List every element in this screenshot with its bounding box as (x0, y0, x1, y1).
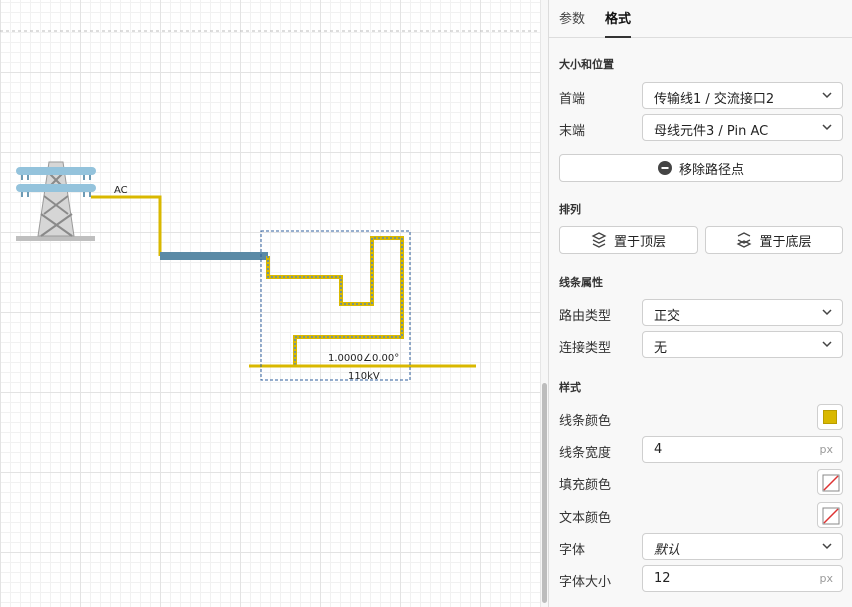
line-color-swatch (823, 410, 837, 424)
text-color-button[interactable] (817, 502, 843, 528)
connect-type-label: 连接类型 (559, 341, 612, 356)
line-width-input[interactable]: 4 px (642, 436, 843, 463)
tail-select[interactable]: 母线元件3 / Pin AC (642, 114, 843, 141)
transmission-tower-icon[interactable] (16, 161, 96, 241)
font-select[interactable]: 默认 (642, 533, 843, 560)
section-style: 样式 (559, 381, 581, 394)
scrollbar-thumb[interactable] (542, 383, 547, 603)
connect-type-value: 无 (654, 341, 668, 356)
send-to-back-icon (736, 232, 752, 248)
route-type-value: 正交 (654, 309, 681, 324)
format-panel: 参数 格式 大小和位置 首端 传输线1 / 交流接口2 末端 母线元件3 / P… (548, 0, 852, 607)
section-arrange: 排列 (559, 203, 581, 216)
remove-waypoints-label: 移除路径点 (678, 162, 744, 178)
panel-tabs: 参数 格式 (549, 0, 852, 38)
line-width-label: 线条宽度 (559, 446, 612, 461)
tail-label: 末端 (559, 124, 586, 139)
head-label: 首端 (559, 92, 586, 107)
transmission-line[interactable] (160, 252, 268, 260)
chevron-down-icon (822, 124, 832, 131)
bring-to-front-icon (591, 232, 607, 248)
chevron-down-icon (822, 341, 832, 348)
fill-color-label: 填充颜色 (559, 478, 612, 493)
fill-color-button[interactable] (817, 469, 843, 495)
tower-wire[interactable] (91, 195, 162, 256)
send-to-back-label: 置于底层 (759, 234, 812, 250)
diagram-svg[interactable]: AC 1.0000∠0.00° 110kV (0, 0, 540, 607)
remove-waypoints-button[interactable]: 移除路径点 (559, 154, 843, 182)
tail-select-value: 母线元件3 / Pin AC (654, 124, 769, 139)
route-type-select[interactable]: 正交 (642, 299, 843, 326)
font-label: 字体 (559, 543, 586, 558)
head-select[interactable]: 传输线1 / 交流接口2 (642, 82, 843, 109)
line-color-label: 线条颜色 (559, 414, 612, 429)
font-size-unit: px (819, 572, 834, 585)
tab-params[interactable]: 参数 (559, 0, 585, 38)
font-size-input[interactable]: 12 px (642, 565, 843, 592)
bring-to-front-label: 置于顶层 (613, 234, 666, 250)
font-size-value: 12 (654, 571, 671, 586)
send-to-back-button[interactable]: 置于底层 (705, 226, 843, 254)
head-select-value: 传输线1 / 交流接口2 (654, 92, 775, 107)
minus-circle-icon (657, 161, 672, 175)
canvas-scrollbar[interactable] (540, 0, 548, 607)
no-color-icon (822, 507, 840, 525)
tab-format[interactable]: 格式 (605, 0, 632, 38)
no-color-icon (822, 474, 840, 492)
chevron-down-icon (822, 92, 832, 99)
line-width-unit: px (819, 443, 834, 456)
port-label: AC (114, 185, 128, 196)
route-type-label: 路由类型 (559, 309, 612, 324)
font-select-value: 默认 (654, 543, 681, 558)
font-size-label: 字体大小 (559, 575, 612, 590)
chevron-down-icon (822, 543, 832, 550)
chevron-down-icon (822, 309, 832, 316)
bring-to-front-button[interactable]: 置于顶层 (559, 226, 698, 254)
bus-voltage-label: 1.0000∠0.00° (328, 353, 399, 364)
line-color-button[interactable] (817, 404, 843, 430)
diagram-canvas[interactable]: AC 1.0000∠0.00° 110kV (0, 0, 540, 607)
text-color-label: 文本颜色 (559, 511, 612, 526)
section-line-props: 线条属性 (559, 276, 603, 289)
line-width-value: 4 (654, 442, 663, 457)
connect-type-select[interactable]: 无 (642, 331, 843, 358)
bus-name-label: 110kV (348, 371, 380, 382)
section-size-position: 大小和位置 (559, 58, 614, 71)
selected-connection[interactable] (266, 236, 404, 366)
